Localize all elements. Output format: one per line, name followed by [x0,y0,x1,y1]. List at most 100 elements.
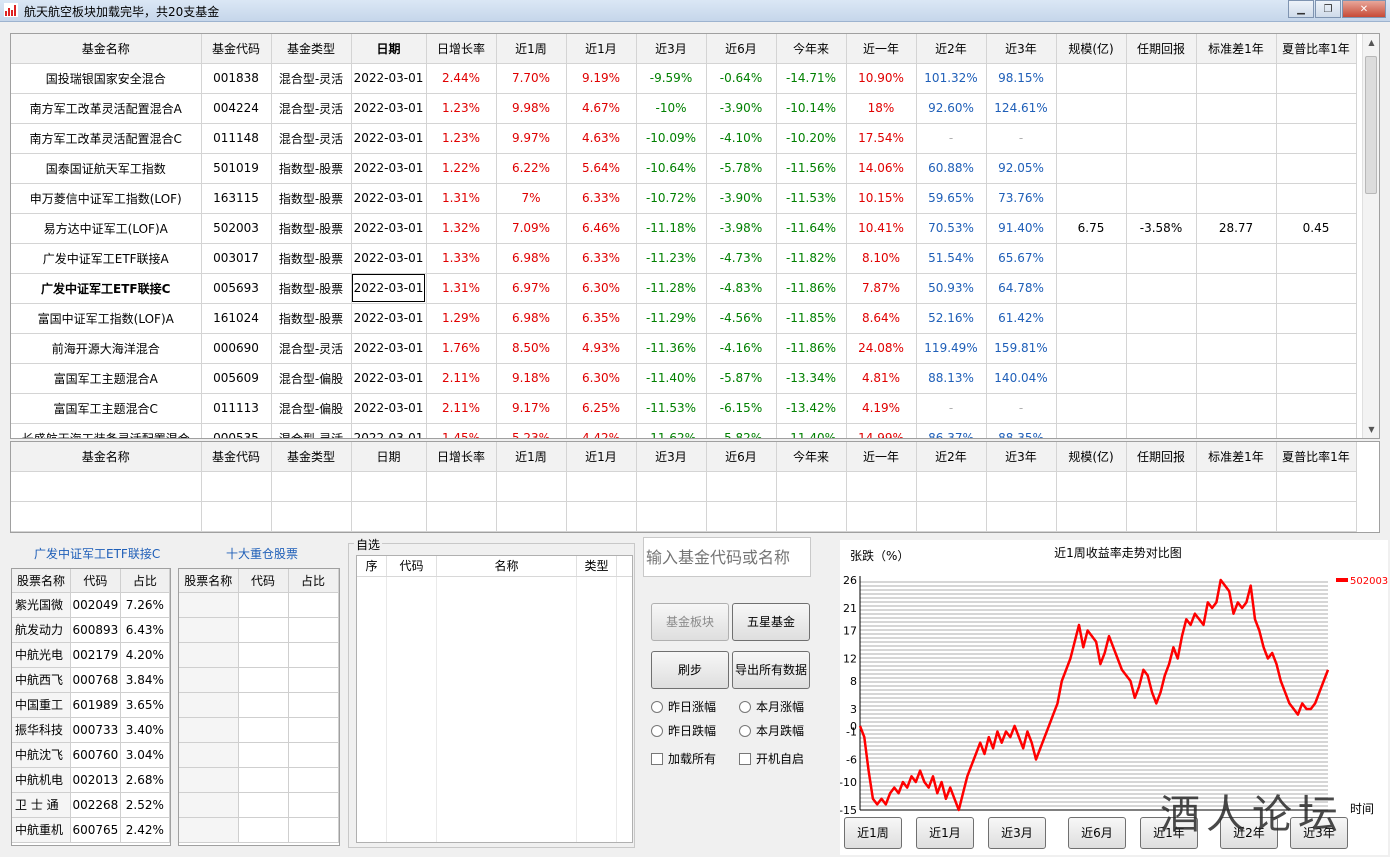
table-cell[interactable]: 混合型-灵活 [271,93,352,124]
table-cell[interactable]: 005693 [201,273,272,304]
col-header[interactable]: 今年来 [776,442,847,472]
table-cell[interactable]: 88.35% [986,423,1057,438]
holdings-grid[interactable]: 股票名称 代码 占比 紫光国微 002049 7.26% 航发动力 600893 6.43% 中… [11,568,171,846]
table-cell[interactable]: 140.04% [986,363,1057,394]
table-cell[interactable] [916,471,987,502]
table-cell[interactable]: -9.59% [636,63,707,94]
table-cell[interactable]: -4.10% [706,123,777,154]
col-header[interactable]: 占比 [288,569,339,593]
table-cell[interactable]: 92.05% [986,153,1057,184]
table-cell[interactable]: -11.29% [636,303,707,334]
table-cell[interactable] [776,471,847,502]
table-cell[interactable]: -4.16% [706,333,777,364]
table-cell[interactable] [496,471,567,502]
table-cell[interactable]: - [916,393,987,424]
fund-name-cell[interactable]: 前海开源大海洋混合 [11,333,202,364]
table-cell[interactable] [1196,393,1277,424]
table-cell[interactable]: 2022-03-01 [351,363,427,394]
holding-row[interactable] [179,617,339,643]
table-cell[interactable] [238,767,289,793]
col-header[interactable]: 股票名称 [12,569,71,593]
selected-fund-link[interactable]: 广发中证军工ETF联接C [34,545,160,562]
table-cell[interactable] [1126,183,1197,214]
table-cell[interactable] [426,471,497,502]
table-cell[interactable] [351,471,427,502]
table-cell[interactable] [706,471,777,502]
table-cell[interactable] [201,471,272,502]
table-cell[interactable]: 005609 [201,363,272,394]
table-cell[interactable]: 混合型-灵活 [271,63,352,94]
table-cell[interactable]: 000535 [201,423,272,438]
table-cell[interactable]: 52.16% [916,303,987,334]
table-cell[interactable] [288,817,339,843]
table-cell[interactable]: 011113 [201,393,272,424]
table-cell[interactable]: 2022-03-01 [351,393,427,424]
table-cell[interactable] [288,742,339,768]
table-cell[interactable]: 6.25% [566,393,637,424]
stock-name-cell[interactable]: 中航沈飞 [12,742,71,768]
table-cell[interactable] [288,717,339,743]
table-cell[interactable] [1056,63,1127,94]
table-cell[interactable] [1276,63,1357,94]
table-cell[interactable]: 9.97% [496,123,567,154]
fund-name-cell[interactable]: 南方军工改革灵活配置混合A [11,93,202,124]
table-row[interactable]: 申万菱信中证军工指数(LOF) 163115 指数型-股票 2022-03-01 1.3… [11,183,1357,214]
table-cell[interactable] [179,692,239,718]
table-cell[interactable] [1056,123,1127,154]
table-cell[interactable] [201,501,272,532]
holding-row[interactable]: 中航光电 002179 4.20% [12,642,170,668]
table-cell[interactable] [1196,93,1277,124]
table-cell[interactable] [1196,303,1277,334]
watchlist-col-code[interactable]: 代码 [387,556,437,576]
table-cell[interactable]: 2022-03-01 [351,183,427,214]
checkbox-autostart[interactable]: 开机自启 [739,750,804,767]
stock-name-cell[interactable]: 紫光国微 [12,592,71,618]
table-cell[interactable]: 61.42% [986,303,1057,334]
table-cell[interactable]: 002013 [70,767,121,793]
col-header[interactable]: 代码 [238,569,289,593]
col-header[interactable]: 近一年 [846,34,917,64]
table-cell[interactable] [1276,123,1357,154]
table-cell[interactable]: 5.64% [566,153,637,184]
table-cell[interactable]: 指数型-股票 [271,183,352,214]
col-header[interactable]: 夏普比率1年 [1276,34,1357,64]
table-cell[interactable] [1126,123,1197,154]
table-cell[interactable]: 2.68% [120,767,170,793]
fund-name-cell[interactable]: 申万菱信中证军工指数(LOF) [11,183,202,214]
stock-name-cell[interactable]: 中航光电 [12,642,71,668]
table-cell[interactable] [496,501,567,532]
table-cell[interactable] [1276,93,1357,124]
table-cell[interactable]: 51.54% [916,243,987,274]
table-cell[interactable]: 4.67% [566,93,637,124]
col-header[interactable]: 近1月 [566,442,637,472]
col-header[interactable]: 代码 [70,569,121,593]
table-cell[interactable] [238,692,289,718]
table-row[interactable]: 广发中证军工ETF联接A 003017 指数型-股票 2022-03-01 1.33% 6… [11,243,1357,274]
table-cell[interactable]: 指数型-股票 [271,153,352,184]
fund-name-cell[interactable]: 易方达中证军工(LOF)A [11,213,202,244]
holding-row[interactable] [179,642,339,668]
table-cell[interactable]: 004224 [201,93,272,124]
fund-grid[interactable]: 基金名称 基金代码 基金类型 日期 日增长率 近1周 近1月 近3月 近6月 今年来 近一年 近2年近… [10,33,1380,439]
watchlist-col-type[interactable]: 类型 [577,556,617,576]
col-header[interactable]: 基金名称 [11,34,202,64]
table-cell[interactable]: 1.32% [426,213,497,244]
table-cell[interactable]: 14.06% [846,153,917,184]
table-cell[interactable]: 2022-03-01 [351,303,427,334]
holding-row[interactable]: 中航重机 600765 2.42% [12,817,170,843]
table-cell[interactable]: -5.82% [706,423,777,438]
table-cell[interactable]: -11.86% [776,333,847,364]
table-cell[interactable]: 92.60% [916,93,987,124]
holding-row[interactable]: 航发动力 600893 6.43% [12,617,170,643]
table-cell[interactable]: 1.31% [426,273,497,304]
table-cell[interactable]: -3.98% [706,213,777,244]
table-cell[interactable]: 9.18% [496,363,567,394]
table-cell[interactable]: 9.17% [496,393,567,424]
table-cell[interactable] [1196,243,1277,274]
table-cell[interactable]: -11.86% [776,273,847,304]
stock-name-cell[interactable]: 卫 士 通 [12,792,71,818]
col-header[interactable]: 规模(亿) [1056,34,1127,64]
table-row[interactable]: 广发中证军工ETF联接C 005693 指数型-股票 2022-03-01 1.31% 6… [11,273,1357,304]
table-cell[interactable] [1196,423,1277,438]
col-header[interactable]: 近2年 [916,442,987,472]
